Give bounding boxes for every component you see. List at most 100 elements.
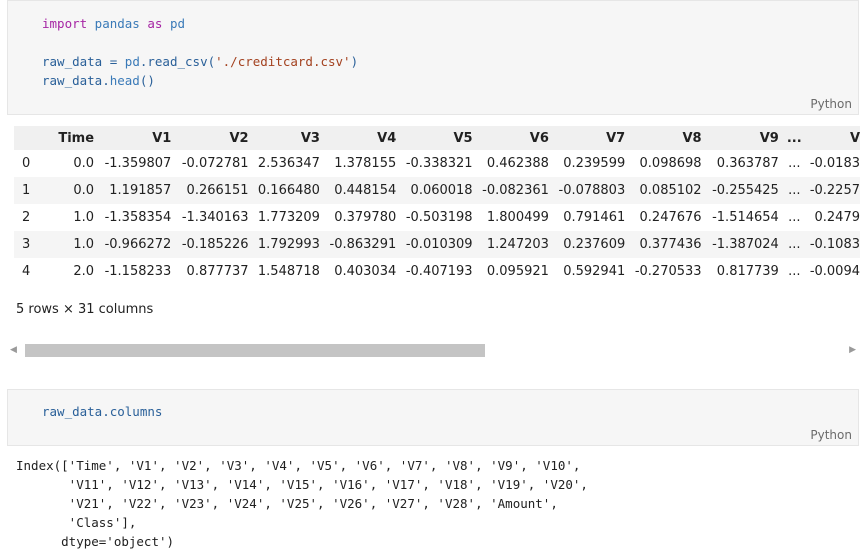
table-cell: 0.448154 [334, 183, 397, 198]
scroll-right-icon[interactable]: ▶ [849, 343, 856, 358]
code-token: .read_csv( [139, 54, 216, 69]
table-cell: 0.817739 [716, 264, 779, 279]
code-token: pandas [87, 16, 148, 31]
table-row: 4 2.0 -1.158233 0.877737 1.548718 0.403034 -0.… [14, 258, 860, 285]
column-header: V4 [377, 130, 397, 146]
code-token: ) [350, 54, 359, 69]
code-cell-2[interactable]: raw_data.columns Python [7, 389, 859, 446]
table-cell: -0.072781 [181, 156, 249, 171]
table-cell: -1.358354 [104, 210, 172, 225]
code-token: raw_data = [42, 54, 125, 69]
table-cell: 0.0 [73, 156, 95, 171]
column-header: V [849, 130, 860, 146]
table-cell: 0.085102 [639, 183, 702, 198]
table-cell: 0.166480 [257, 183, 320, 198]
column-header: V6 [529, 130, 549, 146]
column-header: Time [58, 130, 95, 146]
scroll-left-icon[interactable]: ◀ [10, 343, 17, 358]
table-cell: 1.191857 [109, 183, 172, 198]
table-cell: 0.403034 [334, 264, 397, 279]
code-editor-1[interactable]: import pandas as pd raw_data = pd.read_c… [42, 14, 358, 90]
column-header: V2 [229, 130, 249, 146]
table-cell: 1.773209 [257, 210, 320, 225]
table-cell: 2.536347 [257, 156, 320, 171]
table-cell: ... [788, 156, 801, 171]
column-header: V3 [300, 130, 320, 146]
table-cell: -0.078803 [558, 183, 626, 198]
table-cell: 0.379780 [334, 210, 397, 225]
table-cell: 0.2479 [814, 210, 861, 225]
table-cell: 0.462388 [486, 156, 549, 171]
code-token: './creditcard.csv' [215, 54, 351, 69]
table-cell: -0.407193 [405, 264, 473, 279]
row-index: 0 [22, 156, 31, 171]
code-token: () [139, 73, 155, 88]
table-cell: -0.863291 [329, 237, 397, 252]
scrollbar-thumb[interactable] [25, 344, 485, 357]
code-line: import pandas as pd [42, 16, 185, 31]
code-token: import [42, 16, 88, 31]
table-cell: -0.270533 [634, 264, 702, 279]
table-header-row: Time V1 V2 V3 V4 V5 V6 V7 V8 V9... V [14, 126, 860, 150]
table-cell: ... [788, 264, 801, 279]
table-cell: 1.548718 [257, 264, 320, 279]
table-cell: 0.098698 [639, 156, 702, 171]
table-cell: 0.266151 [186, 183, 249, 198]
table-cell: -1.340163 [181, 210, 249, 225]
horizontal-scrollbar[interactable]: ◀ ▶ [8, 343, 858, 358]
table-cell: -0.010309 [405, 237, 473, 252]
column-header: V5 [453, 130, 473, 146]
code-cell-1[interactable]: import pandas as pd raw_data = pd.read_c… [7, 0, 859, 115]
cell-1-language-label[interactable]: Python [810, 97, 852, 111]
dataframe-shape-note: 5 rows × 31 columns [16, 302, 154, 317]
table-row: 1 0.0 1.191857 0.266151 0.166480 0.448154 0.06… [14, 177, 860, 204]
table-cell: -0.0094 [809, 264, 860, 279]
table-cell: 0.247676 [639, 210, 702, 225]
columns-output: Index(['Time', 'V1', 'V2', 'V3', 'V4', '… [16, 458, 588, 549]
table-row: 3 1.0 -0.966272 -0.185226 1.792993 -0.863291-… [14, 231, 860, 258]
table-cell: 2.0 [73, 264, 95, 279]
code-editor-2[interactable]: raw_data.columns [42, 402, 162, 421]
code-token: head [109, 73, 140, 88]
code-line: raw_data = pd.read_csv('./creditcard.csv… [42, 54, 358, 69]
table-cell: -1.359807 [104, 156, 172, 171]
table-cell: ... [788, 237, 801, 252]
table-cell: -0.255425 [712, 183, 779, 198]
row-index: 4 [22, 264, 31, 279]
row-index: 3 [22, 237, 31, 252]
table-cell: 1.0 [73, 210, 95, 225]
column-header: ... [786, 130, 802, 146]
code-line: raw_data.head() [42, 73, 155, 88]
table-cell: -0.966272 [104, 237, 172, 252]
table-cell: 1.792993 [257, 237, 320, 252]
table-cell: 0.0 [73, 183, 95, 198]
table-cell: -0.2257 [809, 183, 860, 198]
table-cell: 0.791461 [563, 210, 626, 225]
table-cell: ... [788, 210, 801, 225]
index-header [14, 126, 47, 150]
row-index: 1 [22, 183, 31, 198]
table-cell: 1.247203 [486, 237, 549, 252]
table-cell: -0.338321 [405, 156, 473, 171]
code-token: as [147, 16, 163, 31]
table-cell: -1.158233 [104, 264, 172, 279]
column-header: V1 [152, 130, 172, 146]
code-token: raw_data. [42, 73, 110, 88]
table-cell: -0.503198 [405, 210, 473, 225]
code-token: pd [124, 54, 140, 69]
column-header: V9 [759, 130, 779, 146]
dataframe-table: Time V1 V2 V3 V4 V5 V6 V7 V8 V9... V 0 0.0 -1.359807… [14, 126, 860, 285]
table-cell: 1.0 [73, 237, 95, 252]
column-header: V7 [606, 130, 626, 146]
table-cell: ... [788, 183, 801, 198]
table-cell: 0.377436 [639, 237, 702, 252]
table-row: 0 0.0 -1.359807 -0.072781 2.536347 1.378155 -0… [14, 150, 860, 177]
table-cell: 1.378155 [334, 156, 397, 171]
cell-2-language-label[interactable]: Python [810, 428, 852, 442]
table-cell: 0.877737 [186, 264, 249, 279]
table-cell: -0.082361 [482, 183, 549, 198]
table-cell: -0.185226 [181, 237, 249, 252]
table-cell: 0.592941 [563, 264, 626, 279]
table-cell: 0.095921 [486, 264, 549, 279]
code-token: pd [162, 16, 186, 31]
